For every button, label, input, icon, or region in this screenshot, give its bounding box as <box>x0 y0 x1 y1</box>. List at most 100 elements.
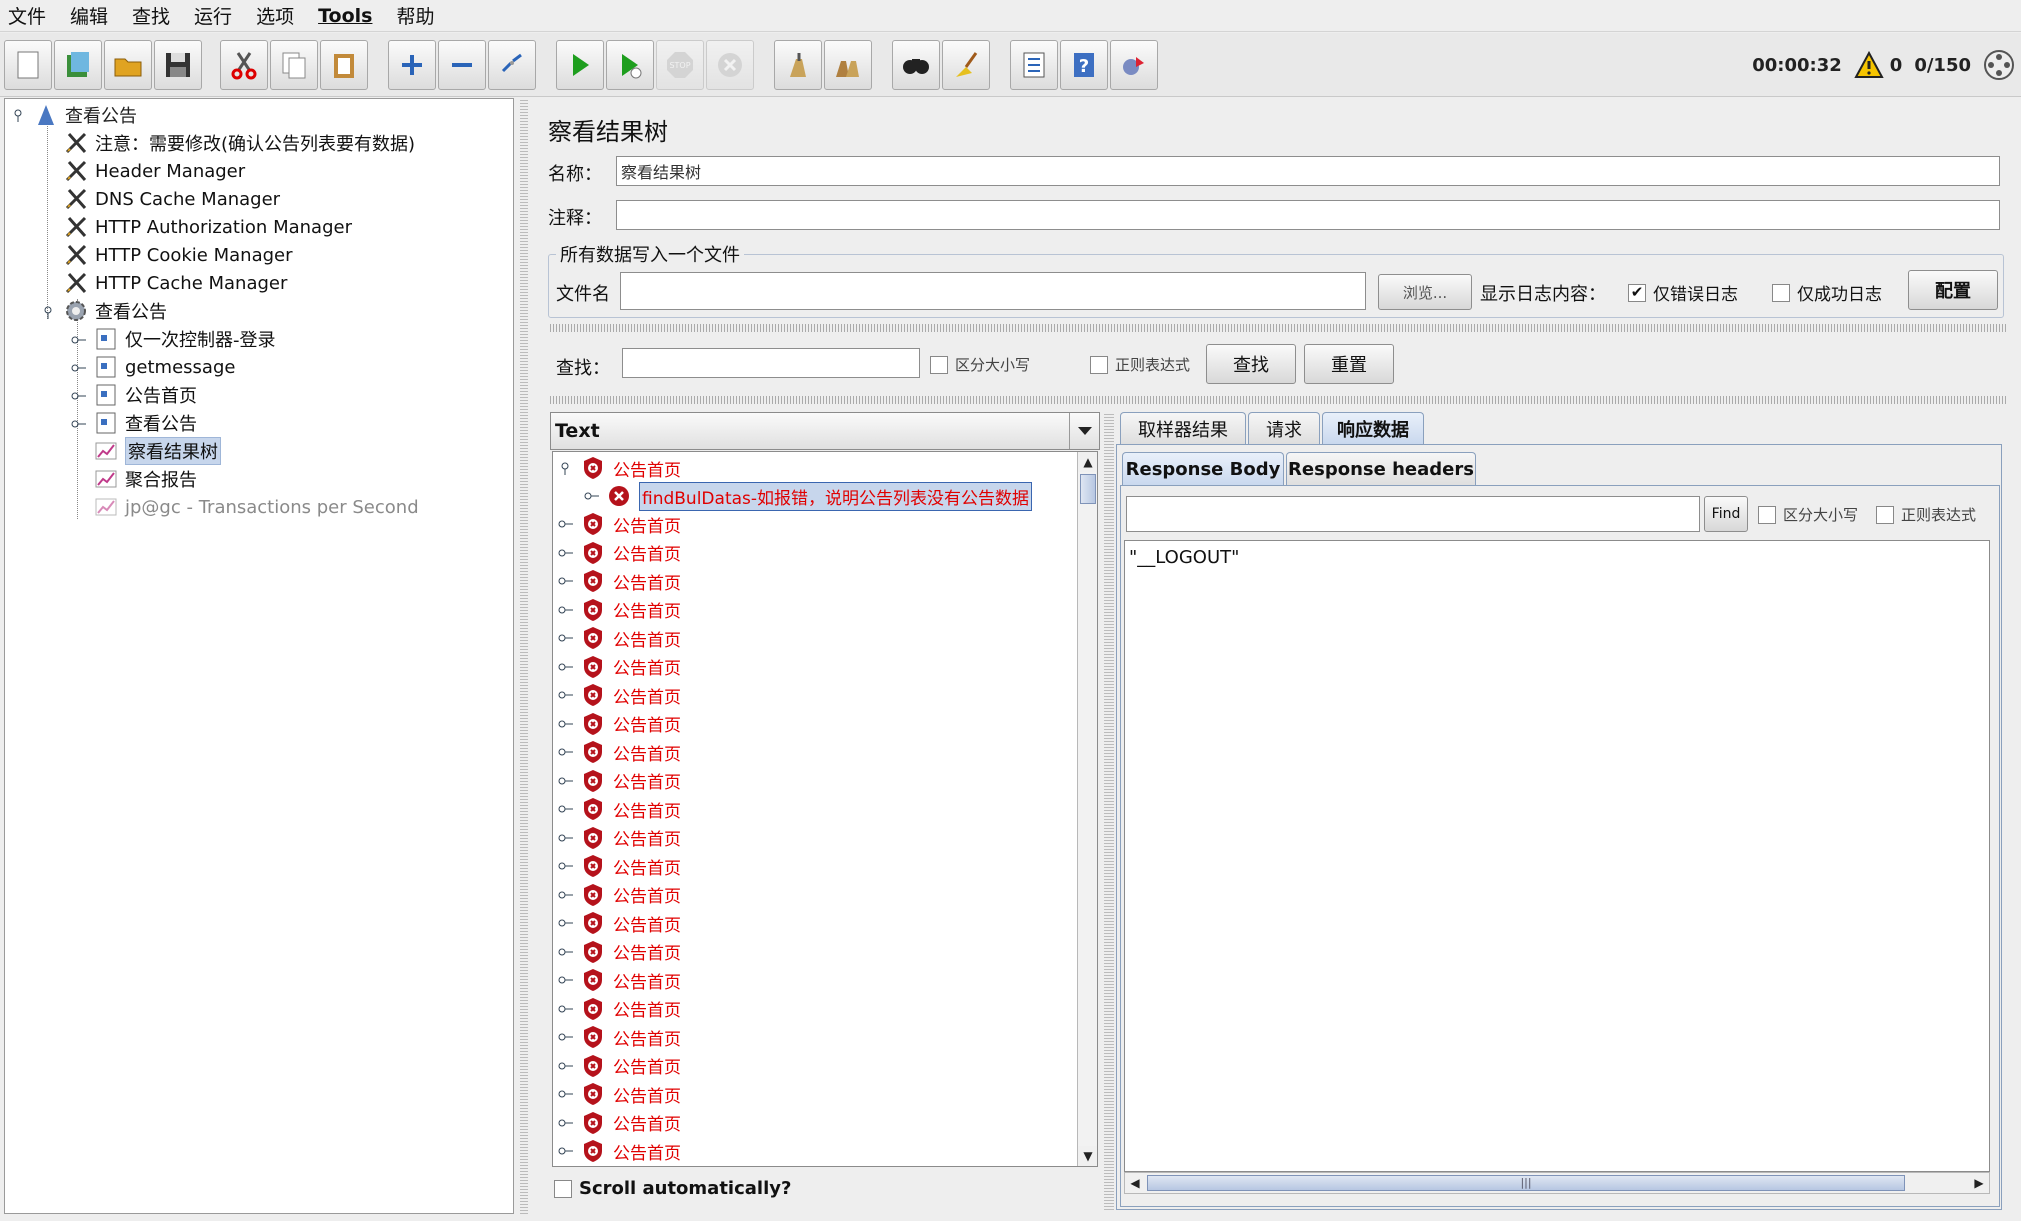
expand-knob[interactable] <box>557 575 573 587</box>
start-icon[interactable] <box>556 40 604 90</box>
save-icon[interactable] <box>154 40 202 90</box>
result-node[interactable]: 公告首页 <box>553 795 681 823</box>
vertical-splitter[interactable] <box>520 98 528 1214</box>
expand-knob[interactable] <box>557 974 573 986</box>
result-node[interactable]: 公告首页 <box>553 596 681 624</box>
regex-checkbox[interactable]: 正则表达式 <box>1090 354 1190 375</box>
open-icon[interactable] <box>104 40 152 90</box>
result-node[interactable]: 公告首页 <box>553 710 681 738</box>
browse-button[interactable]: 浏览... <box>1378 274 1472 310</box>
warning-icon[interactable] <box>1854 51 1884 79</box>
menu-options[interactable]: 选项 <box>256 2 294 29</box>
copy-icon[interactable] <box>270 40 318 90</box>
tree-node-auth-manager[interactable]: HTTP Authorization Manager <box>63 213 352 241</box>
expand-icon[interactable] <box>388 40 436 90</box>
tree-node-transactions-per-second[interactable]: jp@gc - Transactions per Second <box>93 493 419 521</box>
menu-edit[interactable]: 编辑 <box>70 2 108 29</box>
function-helper-icon[interactable] <box>1010 40 1058 90</box>
tree-node-view-results-tree[interactable]: 察看结果树 <box>93 437 221 465</box>
search-icon[interactable] <box>892 40 940 90</box>
collapse-icon[interactable] <box>438 40 486 90</box>
start-no-pauses-icon[interactable] <box>606 40 654 90</box>
result-node-child[interactable]: findBulDatas-如报错，说明公告列表没有公告数据 <box>583 481 1033 511</box>
response-find-button[interactable]: Find <box>1704 496 1748 532</box>
reset-button[interactable]: 重置 <box>1304 344 1394 384</box>
new-icon[interactable] <box>4 40 52 90</box>
result-node[interactable]: 公告首页 <box>553 510 681 538</box>
name-field[interactable] <box>616 156 2000 186</box>
response-regex-checkbox[interactable]: 正则表达式 <box>1876 504 1976 525</box>
menu-tools[interactable]: Tools <box>318 5 372 27</box>
renderer-select[interactable]: Text <box>550 412 1100 450</box>
expand-knob[interactable] <box>557 689 573 701</box>
tree-node-test-plan[interactable]: 查看公告 <box>33 101 137 129</box>
result-node[interactable]: 公告首页 <box>553 1109 681 1137</box>
templates-icon[interactable] <box>54 40 102 90</box>
expand-knob[interactable] <box>557 604 573 616</box>
results-tree[interactable]: 公告首页 findBulDatas-如报错，说明公告列表没有公告数据 公告首页公… <box>552 451 1098 1167</box>
result-node[interactable]: 公告首页 <box>553 767 681 795</box>
result-node[interactable]: 公告首页 <box>553 1052 681 1080</box>
menu-help[interactable]: 帮助 <box>396 2 434 29</box>
expand-knob[interactable] <box>557 832 573 844</box>
result-node[interactable]: 公告首页 <box>553 681 681 709</box>
search-field[interactable] <box>622 348 920 378</box>
response-body-area[interactable]: "__LOGOUT" <box>1124 540 1990 1172</box>
result-node[interactable]: 公告首页 <box>553 1080 681 1108</box>
toggle-icon[interactable] <box>488 40 536 90</box>
scroll-thumb[interactable]: ||| <box>1147 1175 1905 1191</box>
expand-knob[interactable] <box>557 889 573 901</box>
tree-node-getmessage[interactable]: getmessage <box>93 353 235 381</box>
expand-knob[interactable] <box>583 490 599 502</box>
reset-search-icon[interactable] <box>942 40 990 90</box>
tree-node-cache-manager[interactable]: HTTP Cache Manager <box>63 269 287 297</box>
expand-knob[interactable] <box>557 1060 573 1072</box>
expand-knob[interactable] <box>557 661 573 673</box>
expand-knob[interactable] <box>557 860 573 872</box>
response-find-field[interactable] <box>1126 496 1700 532</box>
response-hscrollbar[interactable]: ◀ ||| ▶ <box>1124 1172 1990 1194</box>
clear-all-icon[interactable] <box>824 40 872 90</box>
expand-knob[interactable] <box>69 331 87 349</box>
result-node[interactable]: 公告首页 <box>553 938 681 966</box>
result-node[interactable]: 公告首页 <box>553 653 681 681</box>
collapse-knob[interactable] <box>39 303 57 321</box>
tree-node-notice-home[interactable]: 公告首页 <box>93 381 197 409</box>
tree-node-thread-group[interactable]: 查看公告 <box>63 297 167 325</box>
shutdown-icon[interactable] <box>706 40 754 90</box>
tree-node-aggregate-report[interactable]: 聚合报告 <box>93 465 197 493</box>
expand-knob[interactable] <box>557 803 573 815</box>
test-plan-tree[interactable]: 查看公告 注意：需要修改(确认公告列表要有数据) Header Manager … <box>4 98 514 1214</box>
expand-knob[interactable] <box>557 547 573 559</box>
tree-node-once-controller[interactable]: 仅一次控制器-登录 <box>93 325 276 353</box>
result-node[interactable]: 公告首页 <box>553 909 681 937</box>
expand-knob[interactable] <box>69 415 87 433</box>
expand-knob[interactable] <box>557 632 573 644</box>
stop-icon[interactable]: STOP <box>656 40 704 90</box>
scroll-right-icon[interactable]: ▶ <box>1969 1173 1989 1193</box>
scroll-thumb[interactable] <box>1080 474 1096 504</box>
expand-knob[interactable] <box>557 1117 573 1129</box>
scroll-down-icon[interactable]: ▼ <box>1078 1146 1097 1166</box>
scroll-left-icon[interactable]: ◀ <box>1125 1173 1145 1193</box>
result-node[interactable]: 公告首页 <box>553 1137 681 1165</box>
collapse-knob[interactable] <box>557 461 573 475</box>
paste-icon[interactable] <box>320 40 368 90</box>
success-only-checkbox[interactable]: 仅成功日志 <box>1772 280 1882 305</box>
expand-knob[interactable] <box>557 1003 573 1015</box>
errors-only-checkbox[interactable]: ✔ 仅错误日志 <box>1628 280 1738 305</box>
splitter-horizontal[interactable] <box>548 396 2006 404</box>
find-button[interactable]: 查找 <box>1206 344 1296 384</box>
expand-knob[interactable] <box>557 746 573 758</box>
result-node[interactable]: 公告首页 <box>553 539 681 567</box>
tab-sampler-result[interactable]: 取样器结果 <box>1120 412 1246 444</box>
tree-node-note[interactable]: 注意：需要修改(确认公告列表要有数据) <box>63 129 415 157</box>
tree-node-cookie-manager[interactable]: HTTP Cookie Manager <box>63 241 293 269</box>
tab-response-data[interactable]: 响应数据 <box>1322 412 1424 444</box>
configure-button[interactable]: 配置 <box>1908 270 1998 310</box>
splitter-horizontal[interactable] <box>548 324 2006 332</box>
result-node[interactable]: 公告首页 <box>553 824 681 852</box>
collapse-knob[interactable] <box>9 106 27 124</box>
expand-knob[interactable] <box>557 1088 573 1100</box>
expand-knob[interactable] <box>557 946 573 958</box>
